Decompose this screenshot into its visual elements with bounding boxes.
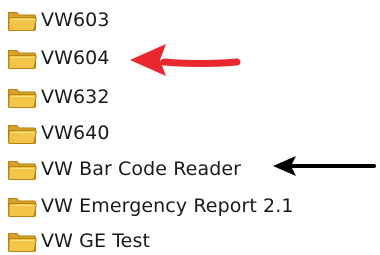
folder-label: VW Bar Code Reader [41,158,242,180]
folder-item-vw-ge-test[interactable]: VW GE Test [7,227,150,255]
folder-label: VW603 [41,9,110,31]
red-arrow-icon [130,44,241,76]
folder-item-vw640[interactable]: VW640 [7,119,110,147]
folder-item-vw-bar-code-reader[interactable]: VW Bar Code Reader [7,155,241,183]
folder-icon [7,194,37,218]
folder-item-vw632[interactable]: VW632 [7,83,110,111]
folder-icon [7,8,37,32]
folder-icon [7,46,37,70]
folder-item-vw603[interactable]: VW603 [7,6,110,34]
folder-label: VW604 [41,47,110,69]
black-arrow-icon [273,156,376,176]
folder-icon [7,85,37,109]
folder-label: VW GE Test [41,230,151,252]
folder-label: VW640 [41,122,110,144]
folder-item-vw604[interactable]: VW604 [7,44,110,72]
folder-icon [7,121,37,145]
folder-item-vw-emergency-report[interactable]: VW Emergency Report 2.1 [7,192,294,220]
folder-icon [7,229,37,253]
folder-label: VW Emergency Report 2.1 [41,195,294,217]
folder-label: VW632 [41,86,110,108]
folder-icon [7,157,37,181]
